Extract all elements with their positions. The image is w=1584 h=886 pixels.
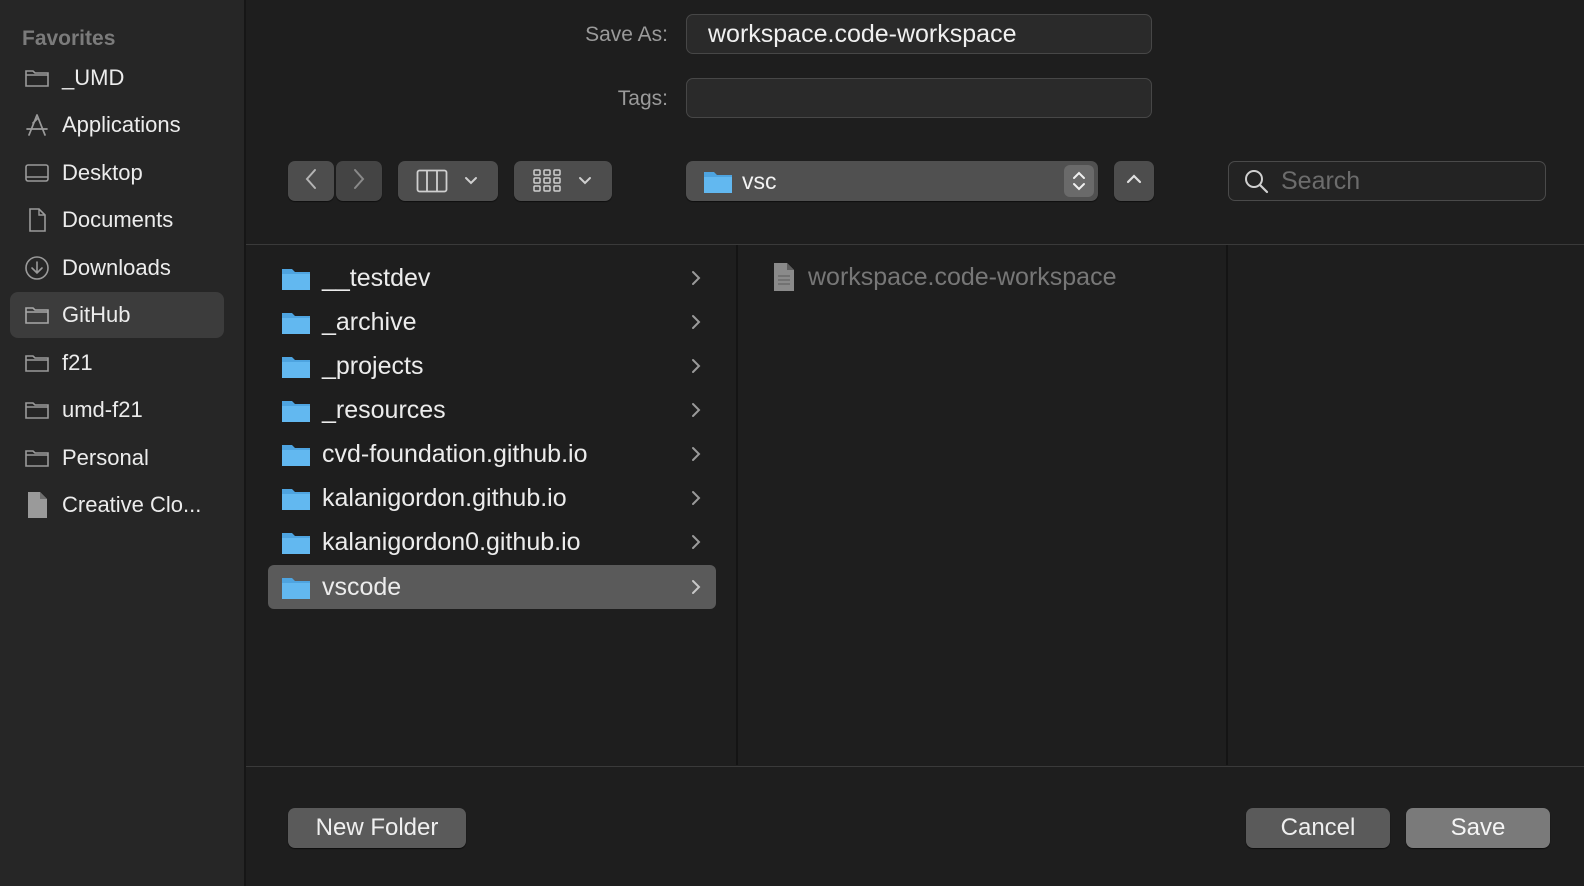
folder-name: _resources: [322, 395, 446, 424]
sidebar-item-documents[interactable]: Documents: [10, 197, 224, 243]
folder-name: kalanigordon0.github.io: [322, 527, 581, 556]
applications-icon: [22, 110, 52, 140]
location-stepper[interactable]: [1064, 165, 1094, 197]
favorites-header: Favorites: [22, 27, 116, 50]
sidebar-item-desktop[interactable]: Desktop: [10, 150, 224, 196]
search-input[interactable]: [1281, 166, 1531, 196]
sidebar-item-label: Personal: [62, 445, 149, 470]
folder-name: _projects: [322, 351, 424, 380]
sidebar-item-f21[interactable]: f21: [10, 340, 224, 386]
download-icon: [22, 253, 52, 283]
folder-icon: [22, 443, 52, 473]
view-mode-button[interactable]: [398, 161, 498, 201]
location-popup[interactable]: vsc: [686, 161, 1098, 201]
sidebar-item-label: _UMD: [62, 65, 125, 90]
file-icon: [772, 262, 796, 292]
sidebar-item-label: umd-f21: [62, 397, 143, 422]
folder-name: _archive: [322, 307, 417, 336]
document-icon: [22, 205, 52, 235]
folder-name: vscode: [322, 572, 402, 601]
folder-name: __testdev: [322, 263, 431, 292]
file-row-workspace[interactable]: workspace.code-workspace: [772, 262, 1116, 292]
chevron-right-icon: [692, 580, 701, 594]
sidebar-item-github[interactable]: GitHub: [10, 292, 224, 338]
chevron-right-icon: [692, 491, 701, 505]
sidebar-item-label: GitHub: [62, 302, 131, 327]
save-as-field[interactable]: workspace.code-workspace: [686, 14, 1152, 54]
search-icon: [1243, 168, 1269, 194]
folder-icon: [282, 401, 310, 422]
chevron-down-icon: [578, 176, 592, 186]
cancel-button[interactable]: Cancel: [1246, 808, 1390, 848]
new-folder-button[interactable]: New Folder: [288, 808, 466, 848]
chevron-right-icon: [692, 271, 701, 285]
group-button[interactable]: [514, 161, 612, 201]
tags-field[interactable]: [686, 78, 1152, 118]
chevron-right-icon: [692, 403, 701, 417]
folder-row-cvd-foundation[interactable]: cvd-foundation.github.io: [268, 432, 716, 476]
desktop-icon: [22, 158, 52, 188]
folder-icon: [22, 348, 52, 378]
folder-row-projects[interactable]: _projects: [268, 344, 716, 388]
folder-icon: [282, 357, 310, 378]
folder-icon: [22, 395, 52, 425]
chevron-up-icon: [1126, 172, 1142, 190]
sidebar-item-label: Creative Clo...: [62, 492, 202, 517]
folder-icon: [282, 533, 310, 554]
column-divider[interactable]: [736, 245, 738, 765]
save-as-label: Save As:: [585, 23, 668, 46]
sidebar-item-applications[interactable]: Applications: [10, 102, 224, 148]
file-icon: [22, 490, 52, 520]
column-divider[interactable]: [1226, 245, 1228, 765]
sidebar-item-label: f21: [62, 350, 93, 375]
chevron-right-icon: [692, 447, 701, 461]
save-button[interactable]: Save: [1406, 808, 1550, 848]
chevron-down-icon: [464, 176, 478, 186]
browser-top-divider: [246, 244, 1584, 245]
sidebar-item-personal[interactable]: Personal: [10, 435, 224, 481]
folder-icon: [282, 313, 310, 334]
folder-row-resources[interactable]: _resources: [268, 388, 716, 432]
collapse-button[interactable]: [1114, 161, 1154, 201]
folder-icon: [282, 269, 310, 290]
folder-row-vscode[interactable]: vscode: [268, 565, 716, 609]
sidebar-item-umd[interactable]: _UMD: [10, 55, 224, 101]
columns-icon: [416, 169, 448, 193]
folder-icon: [702, 167, 734, 195]
sidebar-item-label: Downloads: [62, 255, 171, 280]
file-name: workspace.code-workspace: [808, 262, 1117, 291]
folder-icon: [22, 63, 52, 93]
grid-icon: [532, 168, 562, 194]
chevron-left-icon: [304, 168, 318, 195]
folder-icon: [282, 445, 310, 466]
chevron-right-icon: [692, 535, 701, 549]
sidebar-item-creative-cloud[interactable]: Creative Clo...: [10, 482, 224, 528]
sidebar: Favorites _UMD Applications Desktop Docu…: [0, 0, 246, 886]
forward-button[interactable]: [336, 161, 382, 201]
back-button[interactable]: [288, 161, 334, 201]
sidebar-item-umd-f21[interactable]: umd-f21: [10, 387, 224, 433]
search-field[interactable]: [1228, 161, 1546, 201]
folder-row-archive[interactable]: _archive: [268, 300, 716, 344]
folder-row-kalanigordon[interactable]: kalanigordon.github.io: [268, 476, 716, 520]
browser-bottom-divider: [246, 766, 1584, 767]
folder-row-kalanigordon0[interactable]: kalanigordon0.github.io: [268, 520, 716, 564]
sidebar-item-downloads[interactable]: Downloads: [10, 245, 224, 291]
location-label: vsc: [742, 167, 777, 194]
chevron-right-icon: [692, 359, 701, 373]
folder-icon: [22, 300, 52, 330]
folder-row-testdev[interactable]: __testdev: [268, 256, 716, 300]
chevron-right-icon: [352, 168, 366, 195]
sidebar-item-label: Desktop: [62, 160, 143, 185]
sidebar-item-label: Applications: [62, 112, 181, 137]
folder-icon: [282, 489, 310, 510]
folder-name: kalanigordon.github.io: [322, 483, 567, 512]
folder-icon: [282, 578, 310, 599]
tags-label: Tags:: [617, 87, 668, 110]
folder-name: cvd-foundation.github.io: [322, 439, 588, 468]
chevron-right-icon: [692, 315, 701, 329]
sidebar-item-label: Documents: [62, 207, 174, 232]
